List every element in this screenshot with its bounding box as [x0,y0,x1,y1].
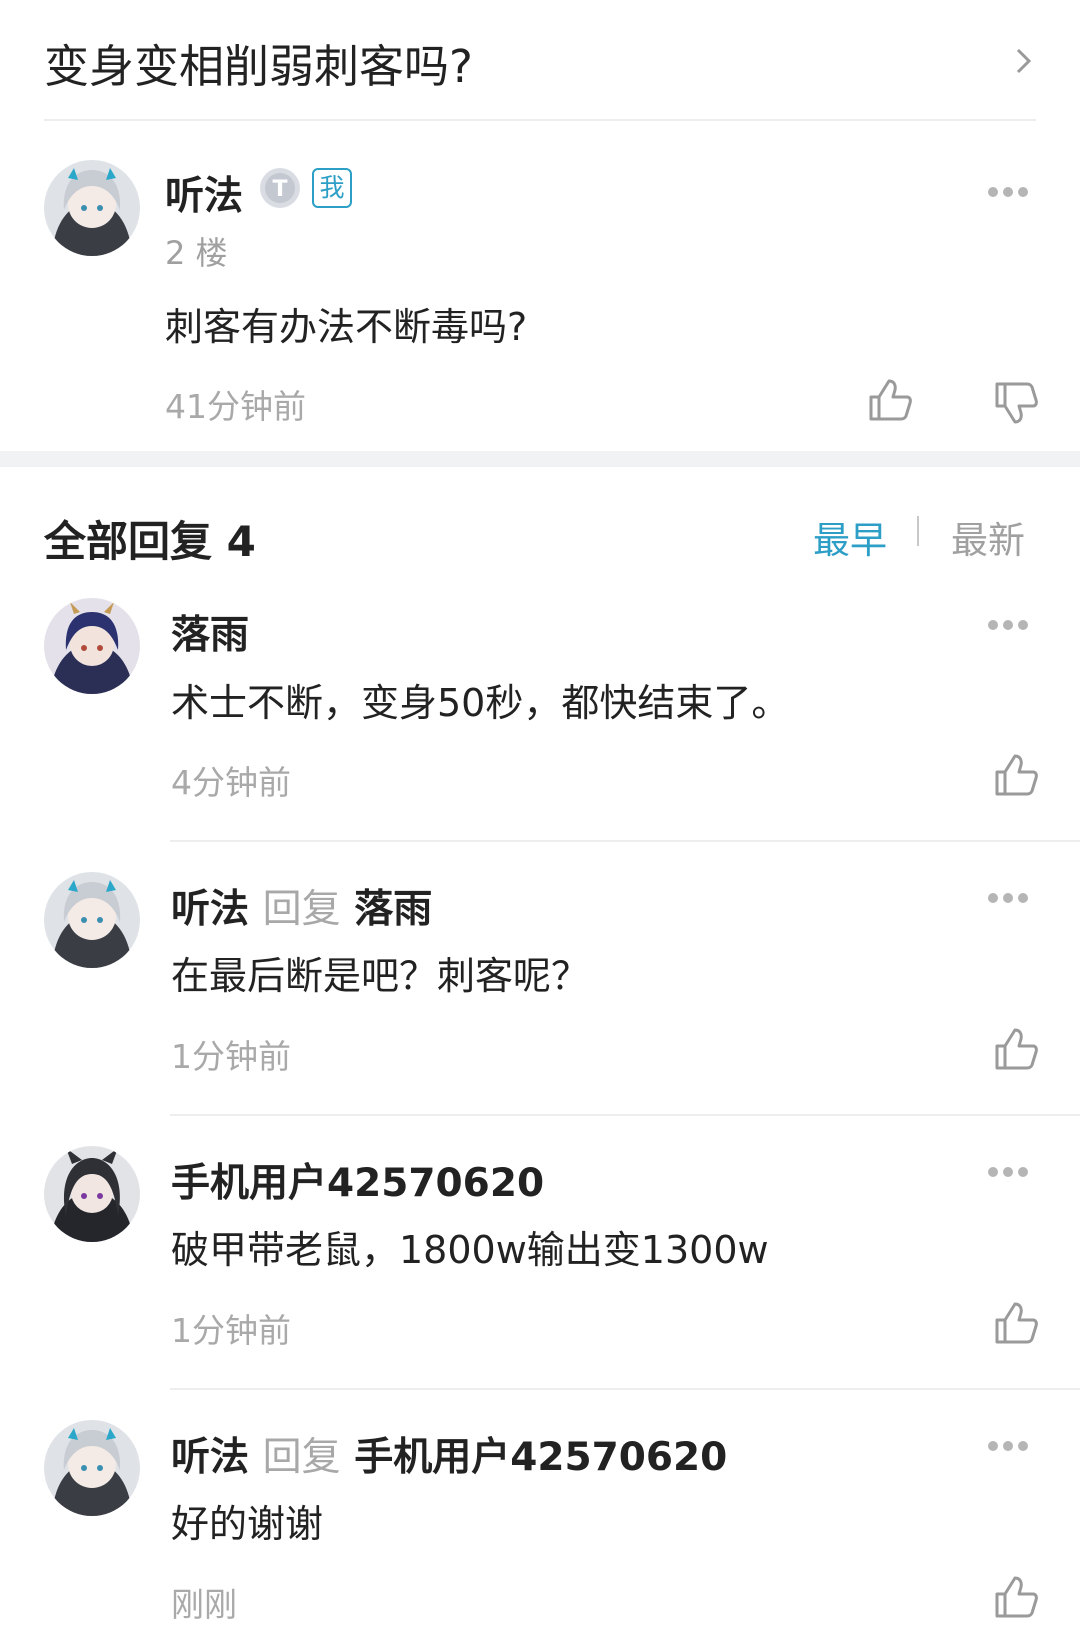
more-icon[interactable] [988,620,1028,632]
divider [170,840,1080,842]
post-floor: 2 楼 [165,234,228,272]
me-badge: 我 [312,168,352,208]
divider [170,1388,1080,1390]
divider [44,119,1036,121]
chevron-right-icon [1016,48,1032,74]
reply-header: 听法 回复 手机用户42570620 [171,1426,727,1482]
reply-content: 在最后断是吧？刺客呢？ [171,954,590,998]
reply-author[interactable]: 听法 [171,887,249,932]
reply-to-user[interactable]: 手机用户42570620 [354,1435,727,1480]
avatar[interactable] [44,1420,140,1516]
reply-word: 回复 [262,1435,341,1480]
reply-author[interactable]: 听法 [171,1435,249,1480]
more-icon[interactable] [988,187,1028,199]
thread-title-bar[interactable]: 变身变相削弱刺客吗? [0,0,1080,120]
thumb-up-icon[interactable] [993,1574,1039,1620]
sort-separator [917,516,919,546]
reply-time: 1分钟前 [171,1311,291,1350]
replies-header: 全部回复 4 [44,517,256,566]
level-badge-icon: T [260,168,300,208]
section-gap [0,451,1080,467]
reply-header: 听法 回复 落雨 [171,878,432,934]
thumb-down-icon[interactable] [993,380,1039,426]
avatar[interactable] [44,160,140,256]
thumb-up-icon[interactable] [993,752,1039,798]
thumb-up-icon[interactable] [993,1026,1039,1072]
more-icon[interactable] [988,1441,1028,1453]
thumb-up-icon[interactable] [993,1300,1039,1346]
reply-to-user[interactable]: 落雨 [354,887,432,932]
reply-time: 1分钟前 [171,1037,291,1076]
avatar[interactable] [44,598,140,694]
post-author[interactable]: 听法 [165,165,243,221]
avatar[interactable] [44,872,140,968]
reply-content: 破甲带老鼠，1800w输出变1300w [171,1228,769,1272]
post-content: 刺客有办法不断毒吗? [165,305,528,349]
svg-text:T: T [272,177,287,202]
post-time: 41分钟前 [165,387,306,426]
reply-time: 4分钟前 [171,763,291,802]
reply-author[interactable]: 手机用户42570620 [171,1152,544,1208]
reply-content: 术士不断，变身50秒，都快结束了。 [171,681,790,725]
thumb-up-icon[interactable] [867,377,913,423]
more-icon[interactable] [988,893,1028,905]
sort-latest-tab[interactable]: 最新 [951,510,1025,564]
reply-word: 回复 [262,887,341,932]
sort-earliest-tab[interactable]: 最早 [813,510,887,564]
thread-title: 变身变相削弱刺客吗? [44,40,473,93]
reply-content: 好的谢谢 [171,1502,324,1546]
reply-author[interactable]: 落雨 [171,604,249,660]
more-icon[interactable] [988,1167,1028,1179]
avatar[interactable] [44,1146,140,1242]
reply-time: 刚刚 [171,1585,237,1624]
divider [170,1114,1080,1116]
